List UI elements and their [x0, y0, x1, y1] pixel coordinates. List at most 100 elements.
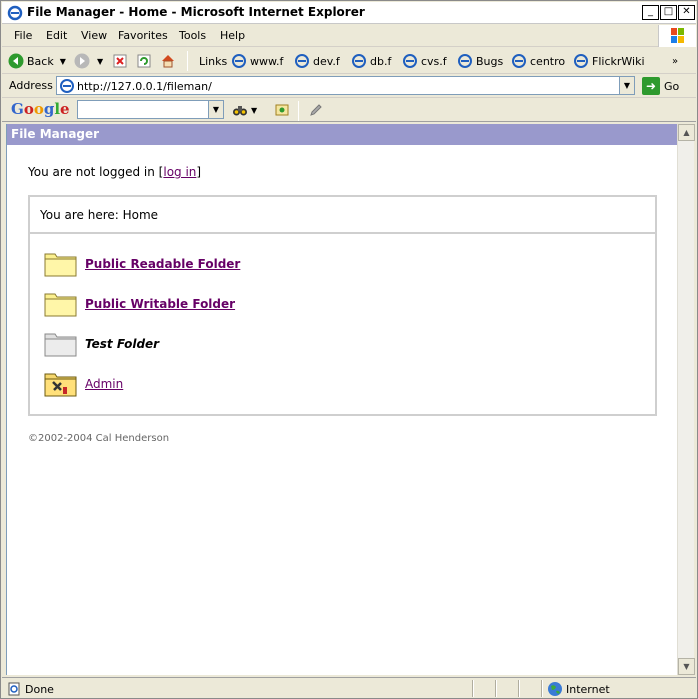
google-search-web-button[interactable]: ▼ [232, 101, 257, 119]
ie-page-icon [574, 54, 588, 68]
link-www-f[interactable]: www.f [231, 52, 283, 70]
ie-page-icon [60, 79, 74, 93]
home-icon [162, 55, 174, 68]
toolbar-separator [187, 51, 188, 71]
menu-tools[interactable]: Tools [179, 29, 206, 42]
google-pagerank-button[interactable] [308, 101, 327, 119]
address-dropdown-icon[interactable]: ▼ [619, 77, 634, 94]
folder-item: Test Folder [44, 330, 159, 358]
site-search-icon [275, 104, 289, 116]
title-bar[interactable]: File Manager - Home - Microsoft Internet… [2, 2, 696, 24]
link-db-f[interactable]: db.f [351, 52, 391, 70]
link-centro[interactable]: centro [511, 52, 565, 70]
ie-page-icon [458, 54, 472, 68]
link-cvs-f[interactable]: cvs.f [402, 52, 447, 70]
menu-help[interactable]: Help [220, 29, 245, 42]
menu-bar: File Edit View Favorites Tools Help [2, 25, 696, 47]
google-search-dropdown-icon[interactable]: ▼ [208, 101, 223, 118]
go-arrow-icon: ➜ [642, 77, 660, 95]
folder-yellow-icon [44, 253, 77, 277]
go-label: Go [664, 79, 680, 93]
folder-item[interactable]: Admin [44, 370, 123, 398]
google-site-search-button[interactable] [274, 101, 293, 119]
page-done-icon [8, 682, 20, 696]
link-label: centro [530, 54, 566, 68]
ie-page-icon [352, 54, 366, 68]
status-text-area: Done [6, 681, 54, 697]
page-header: File Manager [7, 124, 678, 145]
refresh-icon [137, 54, 151, 68]
go-button[interactable]: ➜ Go [642, 76, 679, 96]
logo-letter: e [60, 100, 70, 118]
address-bar: Address http://127.0.0.1/fileman/ ▼ ➜ Go [2, 74, 696, 98]
maximize-button[interactable]: □ [660, 5, 677, 20]
folder-gray-icon [44, 333, 77, 357]
scroll-down-icon[interactable]: ▼ [678, 658, 695, 675]
forward-dropdown-icon[interactable]: ▼ [97, 57, 103, 66]
link-dev-f[interactable]: dev.f [294, 52, 340, 70]
folder-item[interactable]: Public Readable Folder [44, 250, 240, 278]
close-button[interactable]: ✕ [678, 5, 695, 20]
toolbar-overflow-icon[interactable]: » [672, 52, 678, 70]
link-label: FlickrWiki [592, 54, 645, 68]
ie-page-icon [403, 54, 417, 68]
security-zone-label: Internet [566, 682, 610, 696]
folder-link-public-readable[interactable]: Public Readable Folder [85, 257, 240, 271]
globe-icon [548, 682, 562, 696]
link-bugs[interactable]: Bugs [457, 52, 503, 70]
forward-arrow-icon [74, 53, 90, 69]
menu-view[interactable]: View [81, 29, 107, 42]
back-label: Back [27, 54, 54, 68]
google-toolbar: Google ▼ ▼ ▼ [2, 98, 696, 122]
home-button[interactable] [160, 52, 179, 70]
back-dropdown-icon[interactable]: ▼ [60, 57, 66, 66]
folder-link-admin[interactable]: Admin [85, 377, 123, 391]
breadcrumb: You are here: Home [30, 197, 655, 234]
status-bar: Done Internet [2, 677, 696, 698]
stop-button[interactable] [112, 52, 131, 70]
link-label: Bugs [476, 54, 504, 68]
login-suffix: ] [196, 165, 202, 179]
link-label: cvs.f [421, 54, 447, 68]
back-arrow-icon [8, 53, 24, 69]
back-button[interactable]: Back ▼ [8, 52, 66, 70]
address-input[interactable]: http://127.0.0.1/fileman/ ▼ [56, 76, 635, 95]
window-title: File Manager - Home - Microsoft Internet… [27, 5, 365, 19]
search-dropdown-icon[interactable]: ▼ [251, 106, 257, 115]
folder-item[interactable]: Public Writable Folder [44, 290, 235, 318]
links-label: Links [199, 54, 228, 68]
copyright-footer: ©2002-2004 Cal Henderson [28, 433, 170, 444]
google-logo[interactable]: Google ▼ [11, 100, 83, 118]
page-viewport: File Manager You are not logged in [log … [6, 124, 678, 675]
login-status: You are not logged in [log in] [28, 165, 201, 179]
status-divider [541, 680, 543, 697]
logo-letter: o [23, 100, 34, 118]
link-flickrwiki[interactable]: FlickrWiki [573, 52, 645, 70]
login-prefix: You are not logged in [ [28, 165, 164, 179]
login-link[interactable]: log in [163, 165, 196, 179]
logo-letter: o [33, 100, 44, 118]
status-divider [472, 680, 474, 697]
vertical-scrollbar[interactable]: ▲ ▼ [677, 124, 695, 675]
admin-folder-icon [44, 373, 77, 397]
ie-page-icon [512, 54, 526, 68]
minimize-button[interactable]: _ [642, 5, 659, 20]
status-text: Done [25, 682, 54, 696]
google-search-input[interactable]: ▼ [77, 100, 224, 119]
menu-edit[interactable]: Edit [46, 29, 67, 42]
forward-button[interactable]: ▼ [74, 52, 103, 70]
file-panel: You are here: Home Public Readable Folde… [28, 195, 657, 416]
pencil-icon [310, 104, 322, 116]
menu-file[interactable]: File [14, 29, 32, 42]
stop-icon [113, 54, 127, 68]
security-zone: Internet [547, 681, 610, 697]
address-url[interactable]: http://127.0.0.1/fileman/ [77, 80, 212, 93]
ie-page-icon [232, 54, 246, 68]
scroll-up-icon[interactable]: ▲ [678, 124, 695, 141]
logo-letter: G [11, 100, 24, 118]
menu-favorites[interactable]: Favorites [118, 29, 168, 42]
refresh-button[interactable] [136, 52, 155, 70]
link-label: db.f [370, 54, 392, 68]
folder-link-public-writable[interactable]: Public Writable Folder [85, 297, 235, 311]
standard-toolbar: Back ▼ ▼ Links www.f dev.f db.f cvs.f Bu… [2, 48, 696, 74]
